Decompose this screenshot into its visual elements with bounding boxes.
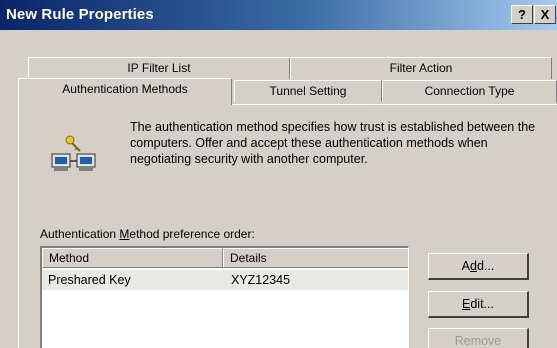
- tab-tunnel-setting[interactable]: Tunnel Setting: [234, 80, 382, 102]
- edit-button-label: Edit...: [462, 297, 494, 311]
- list-header: Method Details: [42, 248, 408, 268]
- title-bar[interactable]: New Rule Properties ? X: [0, 0, 557, 30]
- tab-label: Authentication Methods: [62, 82, 188, 96]
- label-mnemonic: M: [119, 227, 130, 241]
- preference-order-label: Authentication Method preference order:: [40, 227, 255, 241]
- add-button-label: Add...: [462, 259, 495, 273]
- add-button[interactable]: Add...: [428, 253, 529, 280]
- new-rule-properties-dialog: New Rule Properties ? X IP Filter List F…: [0, 0, 557, 348]
- tab-filter-action[interactable]: Filter Action: [290, 57, 552, 79]
- cell-method: Preshared Key: [48, 273, 131, 287]
- tab-authentication-methods[interactable]: Authentication Methods: [18, 78, 232, 105]
- column-header-details[interactable]: Details: [223, 248, 408, 268]
- label-part: Authentication: [40, 227, 120, 241]
- close-button[interactable]: X: [534, 5, 556, 24]
- tab-label: Tunnel Setting: [269, 84, 347, 98]
- tab-label: Connection Type: [424, 84, 515, 98]
- tab-connection-type[interactable]: Connection Type: [382, 80, 557, 102]
- authentication-methods-list[interactable]: Method Details Preshared Key XYZ12345: [40, 246, 409, 348]
- label-part: d...: [476, 259, 495, 273]
- tab-label: IP Filter List: [127, 61, 191, 75]
- tab-label: Filter Action: [389, 61, 453, 75]
- remove-button[interactable]: Remove: [428, 328, 529, 348]
- tab-ip-filter-list[interactable]: IP Filter List: [28, 57, 290, 79]
- label-part: A: [461, 259, 470, 273]
- label-part: ethod preference order:: [129, 227, 255, 241]
- column-header-method[interactable]: Method: [42, 248, 223, 268]
- label-part: dit...: [470, 297, 494, 311]
- cell-details: XYZ12345: [231, 273, 291, 287]
- table-row[interactable]: Preshared Key XYZ12345: [42, 270, 408, 290]
- network-computers-key-icon: [50, 132, 100, 180]
- window-title: New Rule Properties: [6, 6, 154, 23]
- label-mnemonic: d: [470, 259, 477, 273]
- edit-button[interactable]: Edit...: [428, 291, 529, 318]
- help-button[interactable]: ?: [511, 5, 533, 24]
- authentication-description: The authentication method specifies how …: [130, 120, 536, 166]
